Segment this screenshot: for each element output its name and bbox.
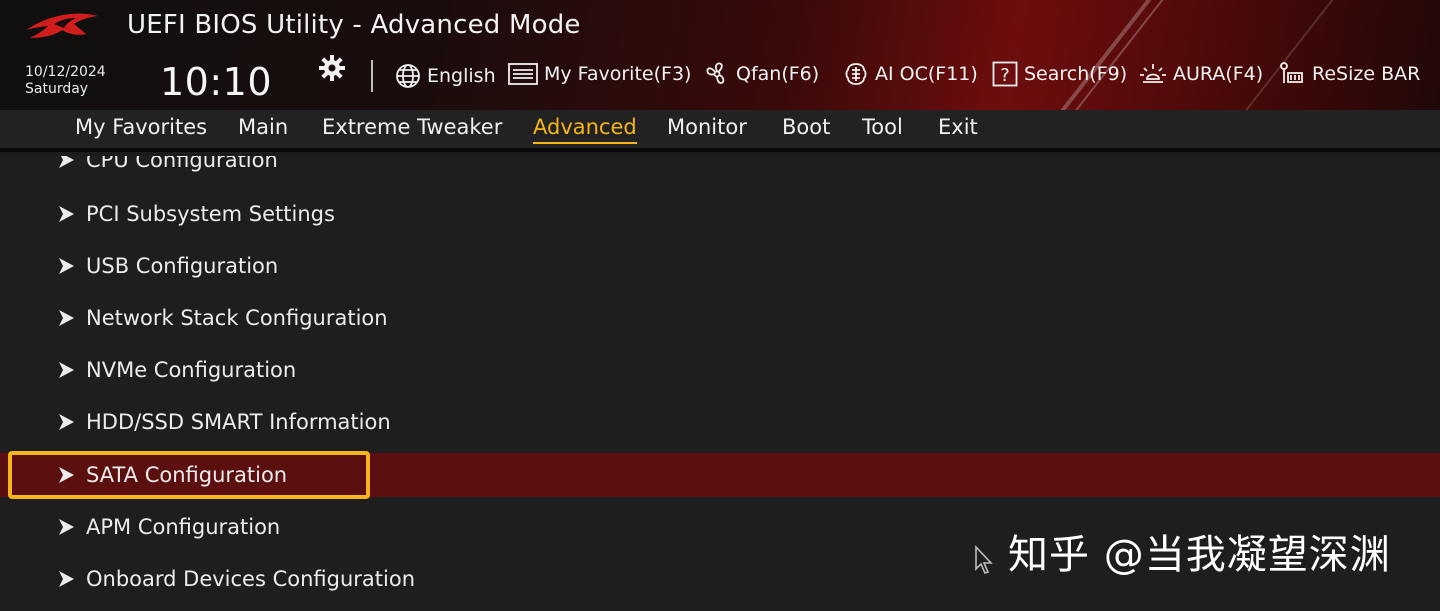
header-bar: UEFI BIOS Utility - Advanced Mode 10/12/… — [0, 0, 1440, 110]
resize-bar-label: ReSize BAR — [1312, 63, 1421, 85]
qfan-label: Qfan(F6) — [736, 63, 820, 85]
chevron-right-icon — [59, 206, 74, 222]
list-item-label: USB Configuration — [86, 254, 279, 278]
list-item-label: CPU Configuration — [86, 156, 278, 172]
list-item-label: Onboard Devices Configuration — [86, 567, 416, 591]
list-item-usb-configuration[interactable]: USB Configuration — [0, 244, 1440, 288]
language-button[interactable]: English — [395, 62, 496, 90]
list-item-pci-subsystem-settings[interactable]: PCI Subsystem Settings — [0, 192, 1440, 236]
list-item-label: APM Configuration — [86, 515, 281, 539]
aura-label: AURA(F4) — [1173, 63, 1264, 85]
chevron-right-icon — [59, 156, 74, 168]
svg-text:?: ? — [1000, 65, 1010, 86]
tab-advanced[interactable]: Advanced — [533, 114, 637, 144]
mouse-cursor-icon — [975, 545, 993, 574]
list-item-hdd-ssd-smart-information[interactable]: HDD/SSD SMART Information — [0, 400, 1440, 444]
resize-bar-icon — [1280, 62, 1303, 83]
tab-boot[interactable]: Boot — [782, 114, 830, 144]
chip-icon — [845, 63, 867, 85]
header-divider — [371, 60, 373, 92]
question-icon: ? — [992, 61, 1018, 87]
selection-highlight-box — [8, 451, 370, 499]
chevron-right-icon — [59, 571, 74, 587]
clock-display[interactable]: 10:10 — [160, 60, 272, 104]
search-button[interactable]: ? Search(F9) — [992, 60, 1127, 88]
my-favorite-label: My Favorite(F3) — [544, 63, 692, 85]
tab-extreme-tweaker[interactable]: Extreme Tweaker — [322, 114, 502, 144]
globe-icon — [396, 64, 420, 88]
chevron-right-icon — [59, 519, 74, 535]
resize-bar-button[interactable]: ReSize BAR — [1278, 60, 1420, 88]
list-item-network-stack-configuration[interactable]: Network Stack Configuration — [0, 296, 1440, 340]
chevron-right-icon — [59, 362, 74, 378]
tab-my-favorites[interactable]: My Favorites — [75, 114, 207, 144]
aura-icon — [1140, 64, 1166, 83]
tab-main[interactable]: Main — [238, 114, 288, 144]
tab-exit[interactable]: Exit — [938, 114, 978, 144]
chevron-right-icon — [59, 310, 74, 326]
my-favorite-button[interactable]: My Favorite(F3) — [508, 60, 691, 88]
rog-logo — [26, 13, 98, 38]
search-label: Search(F9) — [1024, 63, 1128, 85]
ai-oc-label: AI OC(F11) — [875, 63, 978, 85]
main-menu-bar: My Favorites Main Extreme Tweaker Advanc… — [0, 110, 1440, 152]
list-item-label: Network Stack Configuration — [86, 306, 388, 330]
list-item-label: HDD/SSD SMART Information — [86, 410, 391, 434]
list-item-label: NVMe Configuration — [86, 358, 297, 382]
date-display[interactable]: 10/12/2024 Saturday — [25, 64, 106, 98]
chevron-right-icon — [59, 414, 74, 430]
list-item-nvme-configuration[interactable]: NVMe Configuration — [0, 348, 1440, 392]
fan-icon — [706, 62, 725, 84]
chevron-right-icon — [59, 258, 74, 274]
language-label: English — [427, 65, 496, 87]
tab-tool[interactable]: Tool — [862, 114, 903, 144]
list-item-cpu-configuration[interactable]: CPU Configuration — [0, 156, 1440, 182]
aura-button[interactable]: AURA(F4) — [1139, 60, 1263, 88]
watermark-text: 知乎 @当我凝望深渊 — [1008, 532, 1391, 578]
weekday-text: Saturday — [25, 81, 89, 97]
list-icon — [508, 63, 538, 85]
page-title: UEFI BIOS Utility - Advanced Mode — [127, 10, 581, 40]
gear-icon[interactable] — [318, 54, 346, 82]
qfan-button[interactable]: Qfan(F6) — [704, 60, 819, 88]
ai-oc-button[interactable]: AI OC(F11) — [843, 60, 978, 88]
list-item-label: PCI Subsystem Settings — [86, 202, 335, 226]
date-text: 10/12/2024 — [25, 64, 106, 80]
tab-monitor[interactable]: Monitor — [667, 114, 747, 144]
